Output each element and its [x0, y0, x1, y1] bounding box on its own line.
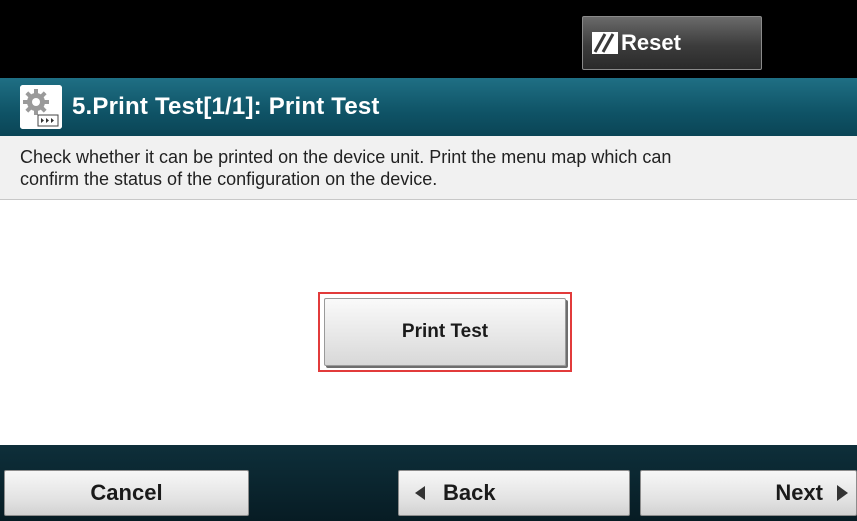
- settings-gear-icon: [20, 85, 62, 129]
- print-test-button[interactable]: Print Test: [324, 298, 566, 366]
- title-bar: 5.Print Test[1/1]: Print Test: [0, 78, 857, 136]
- reset-label: Reset: [621, 30, 681, 55]
- description-line-2: confirm the status of the configuration …: [20, 169, 438, 189]
- reset-button[interactable]: Reset: [582, 16, 762, 70]
- description-line-1: Check whether it can be printed on the d…: [20, 147, 672, 167]
- bottom-nav-bar: Cancel Back Next: [0, 445, 857, 521]
- next-button[interactable]: Next: [640, 470, 857, 516]
- back-button[interactable]: Back: [398, 470, 630, 516]
- back-label: Back: [443, 480, 496, 505]
- reset-icon: [591, 31, 619, 55]
- triangle-left-icon: [415, 486, 425, 500]
- description-panel: Check whether it can be printed on the d…: [0, 136, 857, 200]
- page-title: 5.Print Test[1/1]: Print Test: [72, 93, 380, 120]
- top-bar: Reset: [0, 0, 857, 78]
- cancel-label: Cancel: [90, 480, 163, 505]
- triangle-right-icon: [837, 485, 848, 501]
- main-content: Print Test: [0, 200, 857, 445]
- screen: Reset 5.Print Test[1/1]: Print Test Chec…: [0, 0, 857, 521]
- print-test-label: Print Test: [401, 321, 489, 342]
- next-label: Next: [775, 480, 823, 505]
- cancel-button[interactable]: Cancel: [4, 470, 249, 516]
